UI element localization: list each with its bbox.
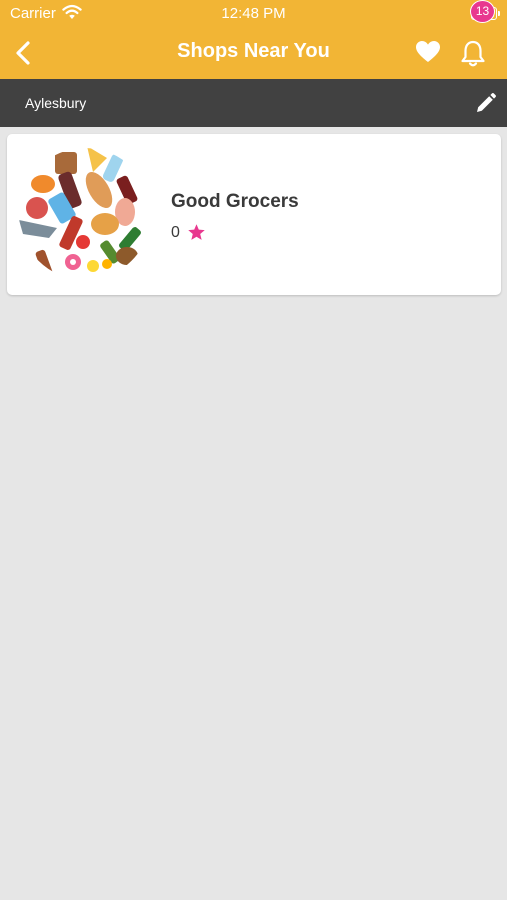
app-header: Carrier 12:48 PM Shops Near You 13 <box>0 0 507 79</box>
star-icon <box>188 224 205 240</box>
heart-icon[interactable] <box>415 40 441 64</box>
status-time: 12:48 PM <box>221 5 286 22</box>
status-bar: Carrier 12:48 PM <box>0 0 507 28</box>
shop-card[interactable]: Good Grocers 0 <box>7 134 501 295</box>
location-bar: Aylesbury <box>0 79 507 127</box>
bell-icon[interactable] <box>459 38 487 68</box>
shop-name: Good Grocers <box>171 191 299 212</box>
groceries-image <box>19 148 151 280</box>
rating-value: 0 <box>171 224 180 241</box>
location-name: Aylesbury <box>25 95 87 111</box>
notification-badge: 13 <box>470 0 495 23</box>
nav-bar: Shops Near You <box>0 28 507 79</box>
pencil-icon[interactable] <box>474 93 496 115</box>
